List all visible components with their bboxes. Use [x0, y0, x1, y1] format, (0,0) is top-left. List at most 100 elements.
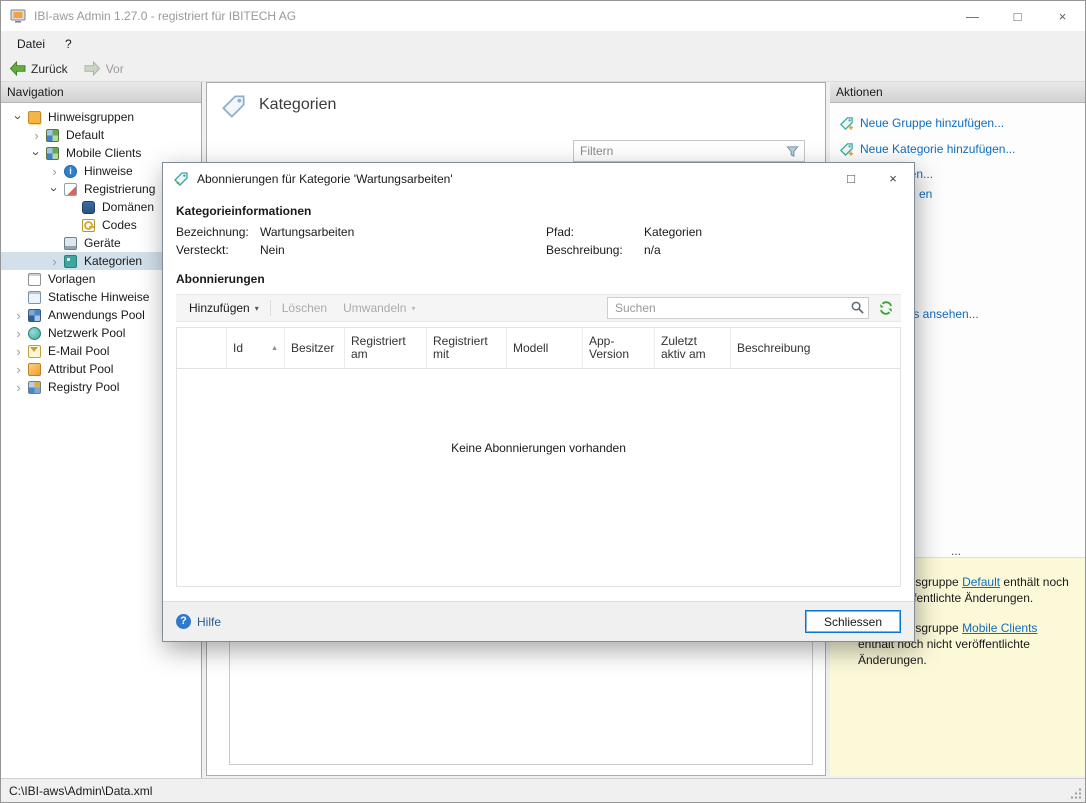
action-new-group[interactable]: Neue Gruppe hinzufügen... [830, 110, 1085, 136]
action-link-label: Neue Kategorie hinzufügen... [860, 142, 1015, 156]
codes-key-icon [82, 219, 95, 232]
field-label-versteckt: Versteckt: [176, 243, 260, 257]
add-button[interactable]: Hinzufügen ▾ [181, 297, 267, 319]
column-header-beschreibung[interactable]: Beschreibung [731, 328, 900, 368]
chevron-collapsed-icon[interactable] [11, 380, 26, 395]
back-label: Zurück [31, 62, 68, 76]
tree-item-mobile-clients[interactable]: Mobile Clients [1, 144, 201, 162]
column-header-app-version[interactable]: App-Version [583, 328, 655, 368]
actions-list: Neue Gruppe hinzufügen... Neue Kategorie… [830, 103, 1085, 162]
field-value-pfad: Kategorien [644, 225, 901, 239]
filter-input[interactable] [573, 140, 805, 162]
column-header-zuletzt-aktiv-am[interactable]: Zuletzt aktiv am [655, 328, 731, 368]
minimize-button[interactable]: — [950, 1, 995, 31]
subscriptions-dialog: Abonnierungen für Kategorie 'Wartungsarb… [162, 162, 915, 642]
chevron-collapsed-icon[interactable] [11, 362, 26, 377]
tree-item-label: Geräte [80, 236, 125, 250]
column-header-id[interactable]: Id ▲ [227, 328, 285, 368]
column-header-modell[interactable]: Modell [507, 328, 583, 368]
column-header-label: Id [233, 342, 243, 355]
close-button[interactable]: × [1040, 1, 1085, 31]
title-bar: IBI-aws Admin 1.27.0 - registriert für I… [1, 1, 1085, 31]
chevron-expanded-icon[interactable] [11, 110, 26, 125]
column-header-blank[interactable] [177, 328, 227, 368]
menu-bar: Datei ? [1, 31, 1085, 56]
email-pool-icon [28, 345, 41, 358]
app-window: IBI-aws Admin 1.27.0 - registriert für I… [0, 0, 1086, 803]
dropdown-arrow-icon: ▾ [411, 304, 415, 313]
anwendungs-pool-icon [28, 309, 41, 322]
filter-funnel-icon[interactable] [785, 144, 800, 159]
resize-grip[interactable] [1070, 787, 1082, 799]
filter-box [573, 140, 805, 162]
netzwerk-pool-icon [28, 327, 41, 340]
action-new-category[interactable]: Neue Kategorie hinzufügen... [830, 136, 1085, 162]
chevron-expanded-icon[interactable] [29, 146, 44, 161]
tree-item-label: Statische Hinweise [44, 290, 153, 304]
dropdown-arrow-icon: ▾ [255, 304, 259, 313]
sort-ascending-icon: ▲ [271, 342, 278, 355]
tree-item-default[interactable]: Default [1, 126, 201, 144]
forward-label: Vor [106, 62, 124, 76]
help-icon [176, 614, 191, 629]
window-controls: — □ × [950, 1, 1085, 31]
column-header-registriert-mit[interactable]: Registriert mit [427, 328, 507, 368]
hinweise-icon [64, 165, 77, 178]
notification-link-mobile-clients[interactable]: Mobile Clients [962, 621, 1037, 635]
chevron-collapsed-icon[interactable] [29, 128, 44, 143]
action-link-partial[interactable]: als ansehen... [904, 307, 979, 321]
dialog-footer: Hilfe Schliessen [163, 601, 914, 641]
menu-help[interactable]: ? [55, 31, 82, 56]
chevron-collapsed-icon[interactable] [47, 254, 62, 269]
dialog-maximize-button[interactable]: □ [830, 163, 872, 194]
dialog-title-bar: Abonnierungen für Kategorie 'Wartungsarb… [163, 163, 914, 194]
chevron-expanded-icon[interactable] [47, 182, 62, 197]
chevron-collapsed-icon[interactable] [11, 308, 26, 323]
tag-plus-icon [839, 142, 854, 157]
field-value-versteckt: Nein [260, 243, 546, 257]
menu-datei[interactable]: Datei [7, 31, 55, 56]
subscriptions-toolbar: Hinzufügen ▾ Löschen Umwandeln ▾ [176, 294, 901, 322]
column-header-registriert-am[interactable]: Registriert am [345, 328, 427, 368]
tree-item-hinweisgruppen[interactable]: Hinweisgruppen [1, 108, 201, 126]
kategorien-tag-icon [64, 255, 77, 268]
category-info-header: Kategorieinformationen [176, 204, 901, 218]
back-button[interactable]: Zurück [9, 61, 68, 76]
chevron-collapsed-icon[interactable] [11, 326, 26, 341]
search-icon[interactable] [850, 300, 865, 315]
delete-button-label: Löschen [282, 301, 327, 315]
convert-button[interactable]: Umwandeln ▾ [335, 297, 423, 319]
refresh-icon[interactable] [878, 300, 894, 316]
status-path: C:\IBI-aws\Admin\Data.xml [9, 784, 152, 798]
forward-button[interactable]: Vor [84, 61, 124, 76]
dialog-title: Abonnierungen für Kategorie 'Wartungsarb… [197, 172, 453, 186]
delete-button[interactable]: Löschen [274, 297, 335, 319]
schliessen-button[interactable]: Schliessen [805, 610, 901, 633]
group-icon [46, 147, 59, 160]
dialog-window-controls: □ × [830, 163, 914, 194]
convert-button-label: Umwandeln [343, 301, 406, 315]
subscriptions-header: Abonnierungen [176, 272, 901, 286]
search-box [607, 297, 869, 319]
maximize-button[interactable]: □ [995, 1, 1040, 31]
help-link[interactable]: Hilfe [176, 614, 221, 629]
notification-link-default[interactable]: Default [962, 575, 1000, 589]
dialog-close-button[interactable]: × [872, 163, 914, 194]
tree-item-label: Attribut Pool [44, 362, 117, 376]
column-header-besitzer[interactable]: Besitzer [285, 328, 345, 368]
kategorien-page-icon [220, 93, 247, 120]
tree-item-label: Domänen [98, 200, 158, 214]
chevron-collapsed-icon[interactable] [47, 164, 62, 179]
back-arrow-icon [9, 61, 26, 76]
tree-item-label: Anwendungs Pool [44, 308, 149, 322]
tree-item-label: Mobile Clients [62, 146, 145, 160]
nav-toolbar: Zurück Vor [1, 56, 1085, 82]
chevron-collapsed-icon[interactable] [11, 344, 26, 359]
attribut-pool-icon [28, 363, 41, 376]
action-link-partial[interactable]: en [919, 187, 932, 201]
field-value-bezeichnung: Wartungsarbeiten [260, 225, 546, 239]
field-label-beschreibung: Beschreibung: [546, 243, 644, 257]
dialog-body: Kategorieinformationen Bezeichnung: Wart… [163, 194, 914, 601]
app-icon [10, 8, 26, 24]
search-input[interactable] [607, 297, 869, 319]
